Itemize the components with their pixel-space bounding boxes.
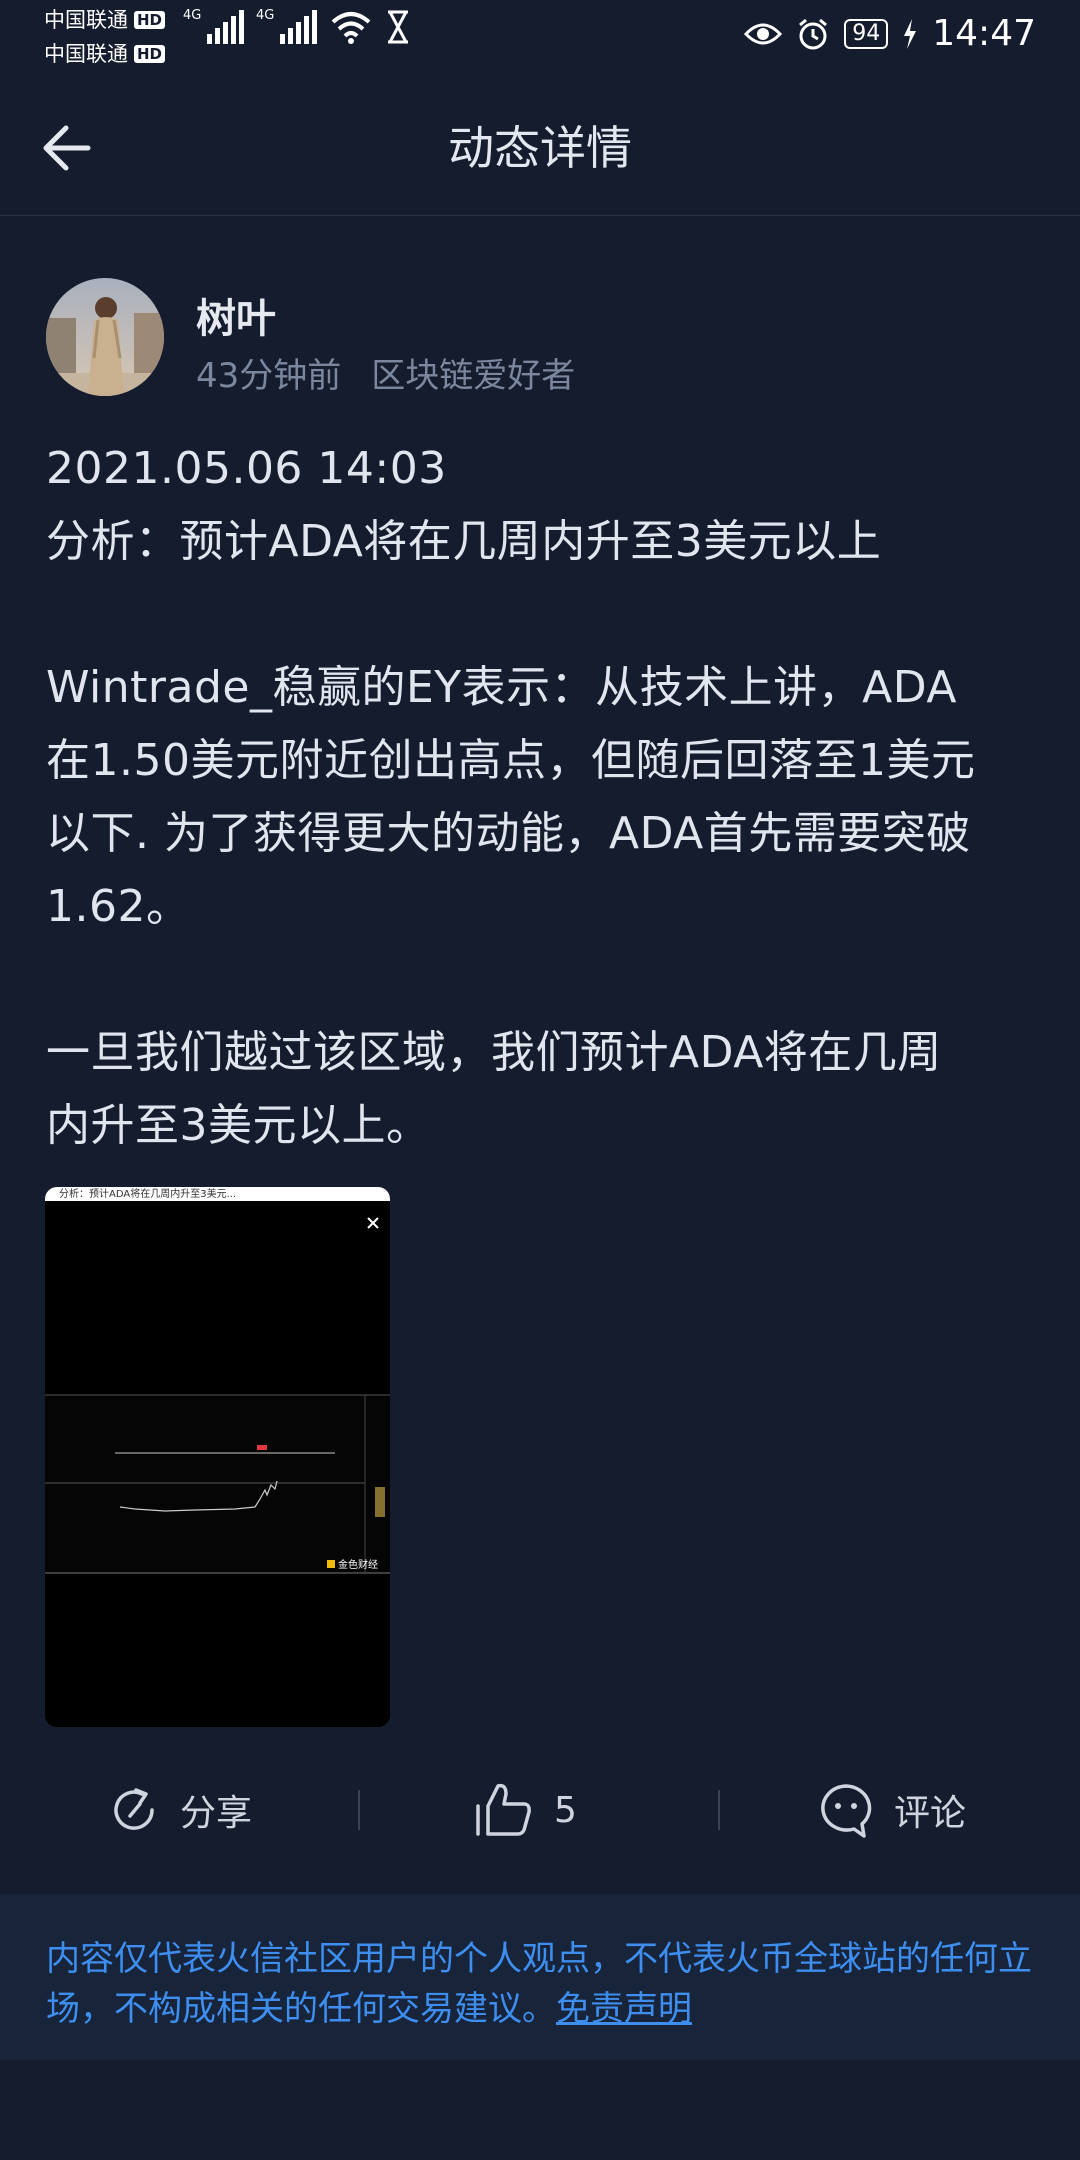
thumbs-up-icon [476,1783,531,1836]
comment-icon [821,1784,872,1838]
disclaimer-text: 内容仅代表火信社区用户的个人观点，不代表火币全球站的任何立场，不构成相关的任何交… [46,1939,1032,2029]
avatar[interactable] [46,278,164,396]
share-icon [114,1788,154,1830]
post-line: 1.62。 [46,881,191,932]
author-meta: 43分钟前 区块链爱好者 [196,348,575,397]
clock: 14:47 [932,13,1036,54]
post-image[interactable]: 分析：预计ADA将在几周内升至3美元... 金色财经 [45,1187,390,1727]
post-line: 2021.05.06 14:03 [46,443,447,494]
top-bar: 动态详情 [0,90,1080,216]
network-type-2: 4G [256,8,275,23]
like-count: 5 [554,1789,577,1831]
disclaimer-link[interactable]: 免责声明 [556,1989,692,2029]
author-row: 树叶 43分钟前 区块链爱好者 [46,278,1046,398]
image-watermark: 金色财经 [338,1558,378,1571]
carrier-1: 中国联通 HD [44,8,166,32]
eye-icon [744,23,783,45]
author-name[interactable]: 树叶 [196,286,276,344]
network-type-1: 4G [183,8,202,23]
hourglass-icon [388,10,408,44]
share-button[interactable]: 分享 [108,1770,252,1850]
hd-badge: HD [134,11,166,29]
post-line-blank [46,578,1036,651]
action-divider [718,1790,720,1830]
disclaimer: 内容仅代表火信社区用户的个人观点，不代表火币全球站的任何立场，不构成相关的任何交… [0,1894,1080,2060]
hd-badge: HD [134,45,166,63]
author-tag: 区块链爱好者 [371,356,576,396]
signal-indicators: 4G 4G [183,8,411,44]
post-content: 2021.05.06 14:03 分析：预计ADA将在几周内升至3美元以上 Wi… [46,432,1036,1162]
share-label: 分享 [180,1793,253,1834]
post-line-blank [46,943,1036,1016]
alarm-icon [799,18,828,50]
post-line: 分析：预计ADA将在几周内升至3美元以上 [46,516,882,567]
carrier-1-label: 中国联通 [44,8,128,32]
image-caption: 分析：预计ADA将在几周内升至3美元... [59,1187,236,1200]
post-line: 在1.50美元附近创出高点，但随后回落至1美元 [46,735,976,786]
battery-level: 94 [844,19,889,49]
post-line: Wintrade_稳赢的EY表示：从技术上讲，ADA [46,662,957,713]
post-line: 一旦我们越过该区域，我们预计ADA将在几周 [46,1027,942,1078]
status-right: 94 14:47 [744,14,1036,54]
action-divider [358,1790,360,1830]
comment-label: 评论 [894,1793,967,1834]
signal-2-icon: 4G [256,8,317,44]
charging-icon [904,19,917,49]
post-line: 内升至3美元以上。 [46,1100,431,1151]
carrier-2: 中国联通 HD [44,42,166,66]
signal-1-icon: 4G [183,8,244,44]
wifi-icon [331,12,371,44]
carrier-2-label: 中国联通 [44,42,128,66]
like-button[interactable]: 5 [474,1770,577,1850]
comment-button[interactable]: 评论 [818,1770,966,1850]
page-title: 动态详情 [448,121,632,175]
post-time: 43分钟前 [196,356,342,396]
action-bar: 分享 5 评论 [0,1770,1080,1850]
post-line: 以下. 为了获得更大的动能，ADA首先需要突破 [46,808,971,859]
status-bar: 中国联通 HD 中国联通 HD 4G 4G 94 14:47 [0,0,1080,70]
